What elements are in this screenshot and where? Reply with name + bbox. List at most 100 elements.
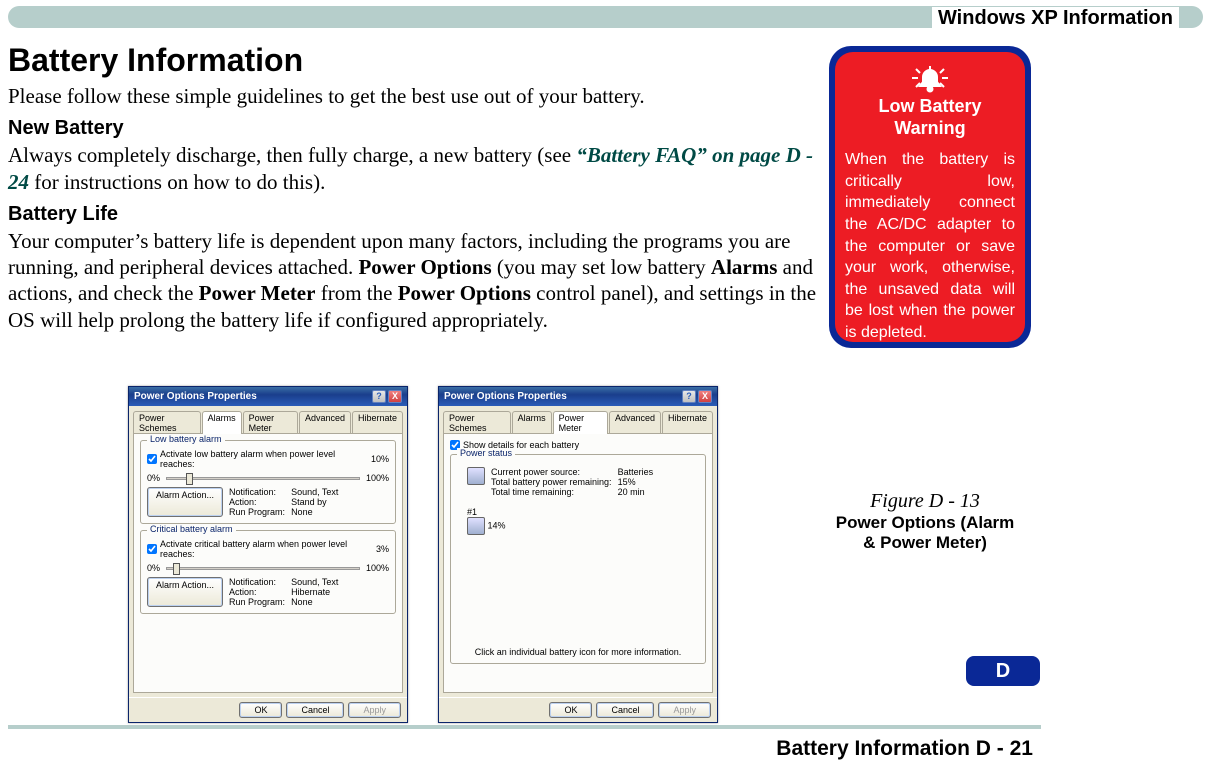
battery-life-text-d: from the: [315, 281, 397, 305]
critical-alarm-percent: 3%: [376, 544, 389, 554]
tab-power-schemes-2[interactable]: Power Schemes: [443, 411, 511, 434]
notification-value: Sound, Text: [291, 487, 338, 497]
action-label: Action:: [229, 497, 257, 507]
low-battery-group-title: Low battery alarm: [147, 434, 225, 444]
action-label-2: Action:: [229, 587, 257, 597]
warning-title: Low Battery Warning: [845, 96, 1015, 139]
tab-advanced[interactable]: Advanced: [299, 411, 351, 434]
section-heading: Battery Information: [8, 42, 838, 79]
tab-alarms[interactable]: Alarms: [202, 411, 242, 434]
figure-caption: Figure D - 13 Power Options (Alarm & Pow…: [835, 490, 1015, 554]
ok-button-2[interactable]: OK: [549, 702, 592, 718]
action-value-hibernate: Hibernate: [291, 587, 330, 597]
notification-label-2: Notification:: [229, 577, 276, 587]
run-program-value-2: None: [291, 597, 313, 607]
time-remaining-value: 20 min: [618, 487, 654, 497]
power-status-group: Power status Current power source: Total…: [450, 454, 706, 664]
current-source-value: Batteries: [618, 467, 654, 477]
footer-divider: [8, 725, 1041, 729]
tab-power-meter-2[interactable]: Power Meter: [553, 411, 608, 434]
help-button-2[interactable]: ?: [682, 390, 696, 403]
close-button[interactable]: X: [388, 390, 402, 403]
new-battery-text-a: Always completely discharge, then fully …: [8, 143, 576, 167]
intro-paragraph: Please follow these simple guidelines to…: [8, 83, 838, 109]
apply-button-2[interactable]: Apply: [658, 702, 711, 718]
tab-hibernate[interactable]: Hibernate: [352, 411, 403, 434]
new-battery-paragraph: Always completely discharge, then fully …: [8, 142, 838, 195]
battery-number: #1: [467, 507, 699, 517]
slider-max-label-2: 100%: [366, 563, 389, 573]
low-alarm-percent: 10%: [371, 454, 389, 464]
low-alarm-details: Notification: Action: Run Program:: [229, 487, 285, 517]
dialog-tabs: Power Schemes Alarms Power Meter Advance…: [129, 406, 407, 433]
critical-alarm-slider[interactable]: [166, 567, 360, 570]
tab-hibernate-2[interactable]: Hibernate: [662, 411, 713, 434]
dialog-title: Power Options Properties: [134, 391, 257, 402]
slider-min-label: 0%: [147, 473, 160, 483]
low-alarm-checkbox[interactable]: [147, 454, 157, 464]
cancel-button[interactable]: Cancel: [286, 702, 344, 718]
low-alarm-label: Activate low battery alarm when power le…: [160, 449, 368, 469]
meter-tab-body: Show details for each battery Power stat…: [443, 433, 713, 693]
critical-battery-group: Critical battery alarm Activate critical…: [140, 530, 396, 614]
low-battery-group: Low battery alarm Activate low battery a…: [140, 440, 396, 524]
footer-page-label: Battery Information D - 21: [776, 737, 1033, 761]
critical-alarm-action-button[interactable]: Alarm Action...: [147, 577, 223, 607]
battery-icon: [467, 467, 485, 485]
ok-button[interactable]: OK: [239, 702, 282, 718]
power-status-labels: Current power source: Total battery powe…: [491, 467, 612, 497]
critical-alarm-details: Notification: Action: Run Program:: [229, 577, 285, 607]
dialog-title-2: Power Options Properties: [444, 391, 567, 402]
battery-hint: Click an individual battery icon for mor…: [451, 647, 705, 657]
dialog-titlebar-2[interactable]: Power Options Properties ? X: [439, 387, 717, 406]
critical-alarm-checkbox[interactable]: [147, 544, 157, 554]
dialog-button-row-2: OK Cancel Apply: [439, 697, 717, 722]
notification-label: Notification:: [229, 487, 276, 497]
figure-title: Power Options (Alarm & Power Meter): [835, 513, 1015, 554]
critical-alarm-label: Activate critical battery alarm when pow…: [160, 539, 373, 559]
dialog-button-row: OK Cancel Apply: [129, 697, 407, 722]
warning-body: When the battery is critically low, imme…: [845, 149, 1015, 343]
low-alarm-slider[interactable]: [166, 477, 360, 480]
help-button[interactable]: ?: [372, 390, 386, 403]
power-options-dialog-alarms: Power Options Properties ? X Power Schem…: [128, 386, 408, 723]
battery-item[interactable]: #1 14%: [467, 507, 699, 535]
power-status-values: Batteries 15% 20 min: [618, 467, 654, 497]
alarm-bell-icon: [906, 64, 954, 94]
power-meter-bold: Power Meter: [199, 281, 316, 305]
power-status-title: Power status: [457, 448, 515, 458]
total-remaining-value: 15%: [618, 477, 654, 487]
tab-power-schemes[interactable]: Power Schemes: [133, 411, 201, 434]
current-source-label: Current power source:: [491, 467, 612, 477]
critical-battery-group-title: Critical battery alarm: [147, 524, 236, 534]
tab-advanced-2[interactable]: Advanced: [609, 411, 661, 434]
dialog-tabs-2: Power Schemes Alarms Power Meter Advance…: [439, 406, 717, 433]
tab-alarms-2[interactable]: Alarms: [512, 411, 552, 434]
time-remaining-label: Total time remaining:: [491, 487, 612, 497]
notification-value-2: Sound, Text: [291, 577, 338, 587]
apply-button[interactable]: Apply: [348, 702, 401, 718]
battery-percent: 14%: [488, 520, 506, 530]
dialog-titlebar[interactable]: Power Options Properties ? X: [129, 387, 407, 406]
action-value-standby: Stand by: [291, 497, 327, 507]
alarms-bold: Alarms: [711, 255, 778, 279]
close-button-2[interactable]: X: [698, 390, 712, 403]
warning-callout-inner: Low Battery Warning When the battery is …: [835, 52, 1025, 342]
low-alarm-action-button[interactable]: Alarm Action...: [147, 487, 223, 517]
slider-min-label-2: 0%: [147, 563, 160, 573]
power-options-dialog-meter: Power Options Properties ? X Power Schem…: [438, 386, 718, 723]
figure-number: Figure D - 13: [835, 490, 1015, 513]
battery-life-paragraph: Your computer’s battery life is dependen…: [8, 228, 838, 333]
run-program-label: Run Program:: [229, 507, 285, 517]
tab-power-meter[interactable]: Power Meter: [243, 411, 298, 434]
battery-life-text-b: (you may set low battery: [492, 255, 711, 279]
section-tab-d: D: [966, 656, 1040, 686]
cancel-button-2[interactable]: Cancel: [596, 702, 654, 718]
page-header-title: Windows XP Information: [932, 7, 1179, 30]
power-options-bold: Power Options: [358, 255, 491, 279]
power-options-bold-2: Power Options: [398, 281, 531, 305]
slider-max-label: 100%: [366, 473, 389, 483]
battery-life-heading: Battery Life: [8, 203, 838, 226]
warning-callout: Low Battery Warning When the battery is …: [829, 46, 1031, 348]
header-bar: Windows XP Information: [8, 6, 1203, 28]
